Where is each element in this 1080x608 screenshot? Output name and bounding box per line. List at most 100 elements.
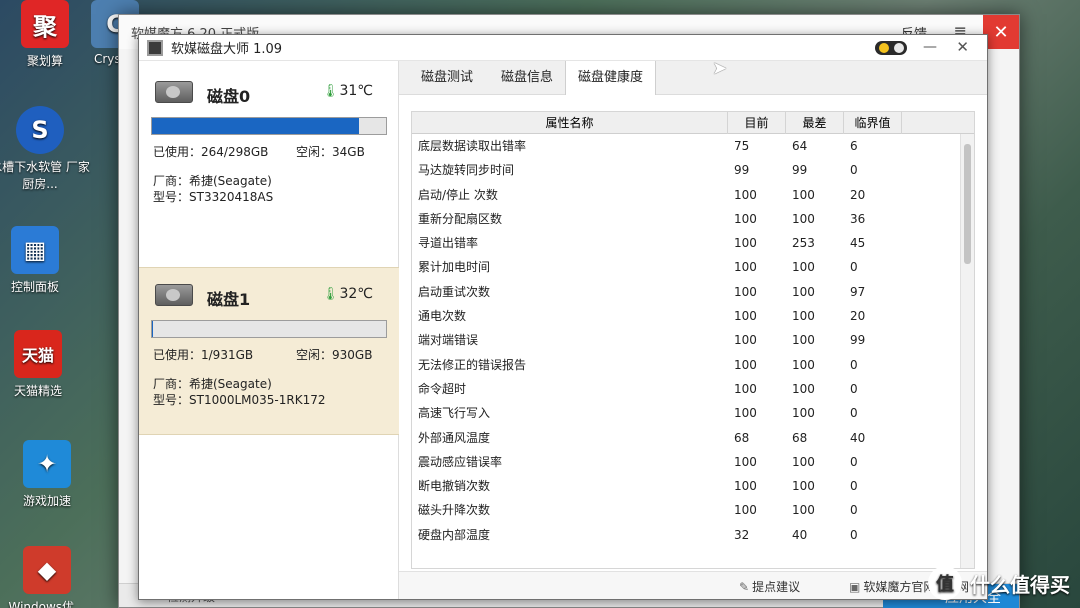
table-row[interactable]: 断电撤销次数 100 100 0 [412,474,960,498]
disk-model: 型号：ST3320418AS [153,190,274,204]
current-cell: 100 [734,236,757,251]
table-row[interactable]: 磁头升降次数 100 100 0 [412,498,960,522]
threshold-cell: 0 [850,406,858,421]
desktop-icon-label: Windows优... [8,600,86,608]
threshold-cell: 0 [850,260,858,275]
desktop-icon-control-panel[interactable]: ▦ 控制面板 [0,226,80,295]
worst-cell: 100 [792,479,815,494]
disk-card-1[interactable]: 磁盘1 🌡32℃ 已使用：1/931GB 空闲：930GB 厂商：希捷(Seag… [139,267,399,435]
desktop-icon-label: 天猫精选 [13,384,62,398]
current-cell: 100 [734,211,757,226]
threshold-cell: 20 [850,309,866,324]
thermometer-icon: 🌡 [321,287,339,302]
worst-cell: 100 [792,260,815,275]
attribute-cell: 寻道出错率 [418,236,479,251]
used-space: 已使用：264/298GB [153,145,269,159]
tmall-icon: 天猫 [14,330,62,378]
disk-name: 磁盘1 [207,290,251,309]
free-space: 空闲：930GB [296,348,373,362]
scrollbar-thumb[interactable] [964,144,971,264]
theme-toggle[interactable] [875,41,907,55]
table-row[interactable]: 无法修正的错误报告 100 100 0 [412,353,960,377]
current-cell: 100 [734,309,757,324]
attribute-cell: 启动重试次数 [418,284,491,299]
table-row[interactable]: 启动/停止 次数 100 100 20 [412,183,960,207]
threshold-cell: 99 [850,333,866,348]
pencil-icon: ✎ [739,580,750,594]
worst-cell: 253 [792,236,815,251]
tab-disk-test[interactable]: 磁盘测试 [409,61,485,95]
juhuasuan-icon: 聚 [21,0,69,48]
tab-disk-health[interactable]: 磁盘健康度 [565,61,657,95]
attribute-cell: 外部通风温度 [418,430,491,445]
disk-vendor: 厂商：希捷(Seagate) [153,174,272,188]
app-icon [147,39,163,56]
hard-disk-icon [155,284,193,306]
table-row[interactable]: 启动重试次数 100 100 97 [412,280,960,304]
suggest-label: 提点建议 [752,580,801,594]
table-row[interactable]: 硬盘内部温度 32 40 0 [412,523,960,547]
attribute-cell: 高速飞行写入 [418,406,491,421]
threshold-cell: 0 [850,454,858,469]
cube-icon: ▣ [849,580,861,594]
watermark: 值 什么值得买 [928,566,1070,600]
worst-cell: 100 [792,381,815,396]
threshold-cell: 45 [850,236,866,251]
table-row[interactable]: 端对端错误 100 100 99 [412,328,960,352]
suggest-link[interactable]: ✎ 提点建议 [739,578,800,595]
desktop-icon-sink-hose[interactable]: S 水槽下水软管 厂家厨房... [0,106,90,192]
current-cell: 75 [734,139,750,153]
table-row[interactable]: 重新分配扇区数 100 100 36 [412,207,960,231]
table-scrollbar[interactable] [960,134,974,568]
tab-disk-info[interactable]: 磁盘信息 [489,61,565,95]
mouse-cursor-icon: ➤ [712,58,728,79]
worst-cell: 100 [792,284,815,299]
table-row[interactable]: 寻道出错率 100 253 45 [412,231,960,255]
table-row[interactable]: 累计加电时间 100 100 0 [412,255,960,279]
desktop-icon-label: 水槽下水软管 厂家厨房... [0,160,90,191]
table-row[interactable]: 外部通风温度 68 68 40 [412,426,960,450]
sogou-icon: S [16,106,64,154]
threshold-cell: 6 [850,139,858,153]
table-row[interactable]: 高速飞行写入 100 100 0 [412,401,960,425]
table-header: 属性名称 目前 最差 临界值 [412,112,974,134]
threshold-cell: 0 [850,381,858,396]
table-row[interactable]: 底层数据读取出错率 75 64 6 [412,134,960,158]
worst-cell: 100 [792,357,815,372]
column-header-worst[interactable]: 最差 [786,112,844,134]
table-row[interactable]: 命令超时 100 100 0 [412,377,960,401]
worst-cell: 100 [792,309,815,324]
minimize-icon[interactable]: — [923,39,937,55]
official-site-link[interactable]: ▣ 软媒魔方官网 [849,578,935,595]
table-body: 底层数据读取出错率 75 64 6 马达旋转同步时间 99 99 0 启动/停止 次数 100 10… [412,134,960,547]
current-cell: 100 [734,284,757,299]
table-row[interactable]: 震动感应错误率 100 100 0 [412,450,960,474]
threshold-cell: 36 [850,211,866,226]
official-site-label: 软媒魔方官网 [863,580,936,594]
worst-cell: 100 [792,333,815,348]
tab-bar: 磁盘测试 磁盘信息 磁盘健康度 [399,61,987,95]
current-cell: 68 [734,430,750,445]
desktop-icon-windows-opt[interactable]: ◆ Windows优... [2,546,92,608]
close-icon[interactable]: ✕ [956,38,969,56]
column-header-threshold[interactable]: 临界值 [844,112,902,134]
column-header-current[interactable]: 目前 [728,112,786,134]
attribute-cell: 马达旋转同步时间 [418,163,515,178]
current-cell: 100 [734,357,757,372]
table-row[interactable]: 通电次数 100 100 20 [412,304,960,328]
outer-close-button[interactable]: ✕ [983,15,1019,49]
desktop-icon-tmall[interactable]: 天猫 天猫精选 [0,330,83,399]
desktop-icon-game-accel[interactable]: ✦ 游戏加速 [2,440,92,509]
column-header-attribute[interactable]: 属性名称 [412,112,728,134]
threshold-cell: 20 [850,187,866,202]
dialog-titlebar: 软媒磁盘大师 1.09 — ✕ [139,35,987,61]
watermark-text: 什么值得买 [970,572,1070,597]
temperature-value: 31℃ [339,83,373,99]
current-cell: 100 [734,479,757,494]
used-space: 已使用：1/931GB [153,348,254,362]
desktop-icon-label: 控制面板 [10,280,59,294]
disk-list-panel: 磁盘0 🌡31℃ 已使用：264/298GB 空闲：34GB 厂商：希捷(Sea… [139,61,399,599]
disk-card-0[interactable]: 磁盘0 🌡31℃ 已使用：264/298GB 空闲：34GB 厂商：希捷(Sea… [139,73,399,245]
table-row[interactable]: 马达旋转同步时间 99 99 0 [412,158,960,182]
current-cell: 100 [734,187,757,202]
